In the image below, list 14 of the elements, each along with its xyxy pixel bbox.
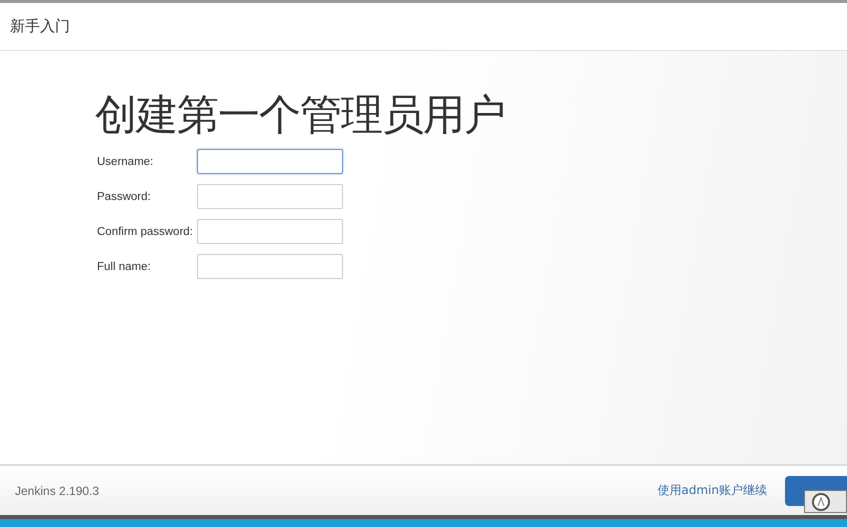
page-heading: 创建第一个管理员用户: [95, 89, 506, 141]
field-label: Confirm password:: [97, 226, 194, 238]
gauge-icon: [811, 492, 831, 512]
field-label: Password:: [97, 190, 152, 202]
field-label: Username:: [97, 156, 154, 168]
version-label: Jenkins 2.190.3: [15, 484, 100, 498]
input-field[interactable]: [197, 219, 343, 244]
header-title: 新手入门: [10, 17, 70, 36]
input-field[interactable]: [197, 254, 343, 279]
continue-link[interactable]: 使用admin账户继续: [657, 482, 767, 499]
field-label: Full name:: [97, 260, 152, 272]
input-field[interactable]: [197, 149, 343, 174]
gauge-toast[interactable]: [804, 490, 847, 513]
input-field[interactable]: [197, 184, 343, 209]
